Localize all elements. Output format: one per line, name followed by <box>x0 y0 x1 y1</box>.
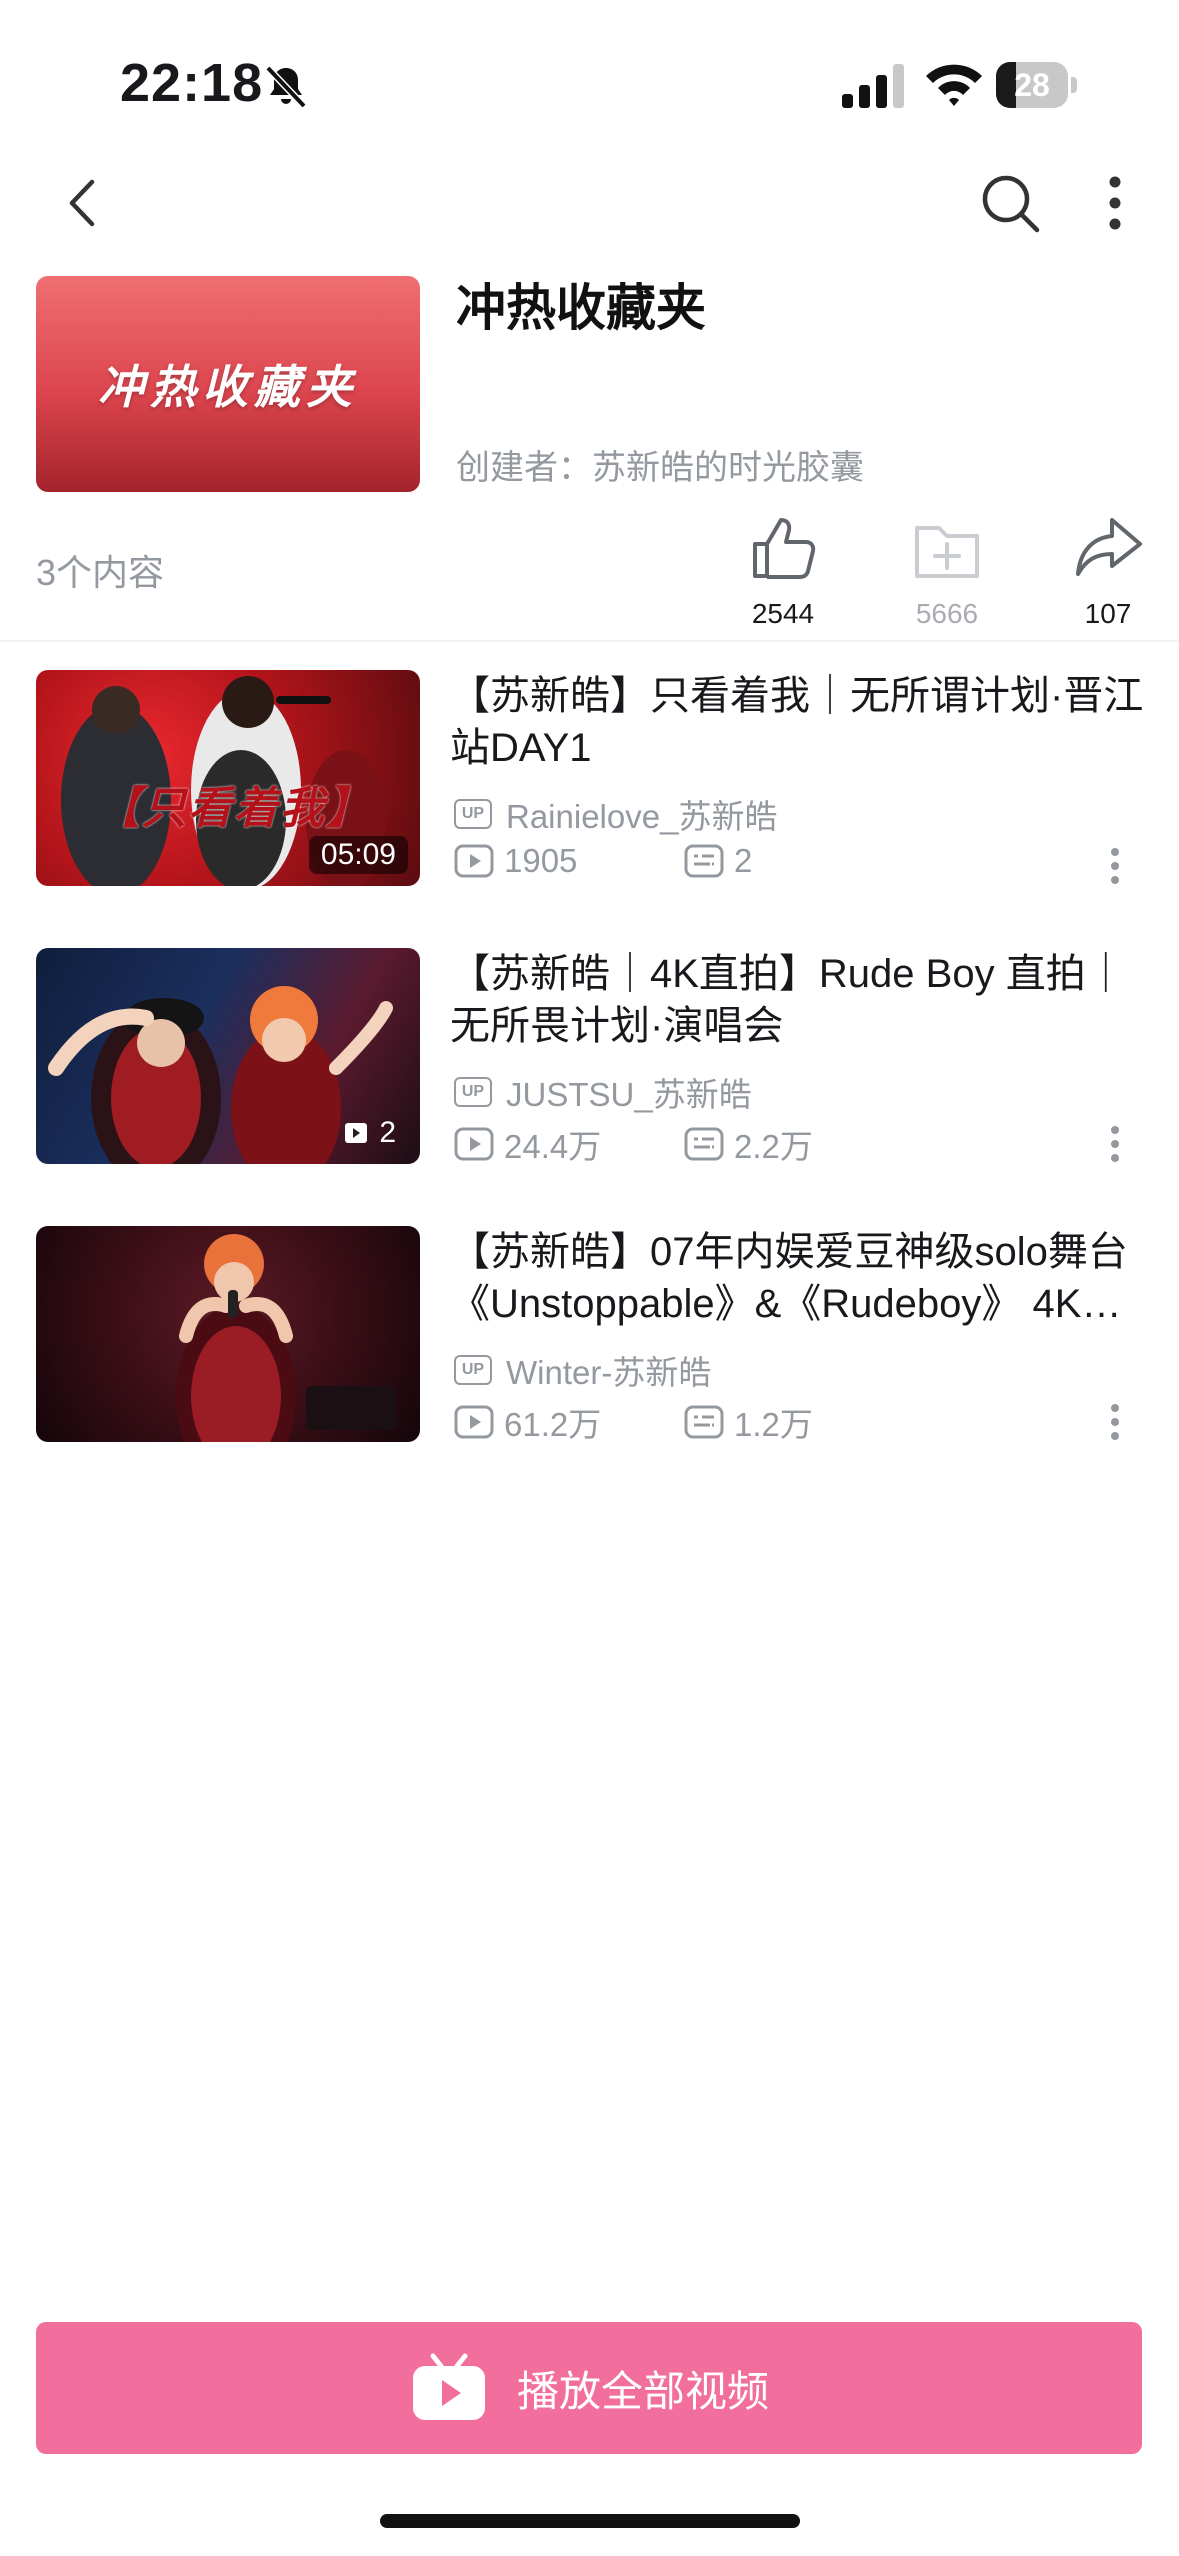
silent-bell-icon <box>265 65 307 109</box>
parts-count: 2 <box>379 1116 396 1149</box>
up-badge-icon: UP <box>454 1077 492 1107</box>
battery-icon: 28 <box>996 62 1078 108</box>
video-title[interactable]: 【苏新皓】只看着我｜无所谓计划·晋江站DAY1 <box>450 670 1150 774</box>
back-icon[interactable] <box>50 168 120 238</box>
content-count: 3个内容 <box>36 552 165 593</box>
multi-part-icon <box>345 1123 368 1143</box>
parts-badge: 2 <box>331 1114 408 1152</box>
share-button[interactable]: 107 <box>1048 510 1168 630</box>
play-all-label: 播放全部视频 <box>516 2367 769 2415</box>
like-button[interactable]: 2544 <box>723 510 843 630</box>
play-count: 1905 <box>504 842 578 879</box>
favorite-cover[interactable]: 冲热收藏夹 <box>36 276 420 492</box>
danmaku-count-icon <box>684 1405 724 1439</box>
uploader-name: Winter-苏新皓 <box>506 1354 712 1391</box>
video-thumbnail[interactable] <box>36 1226 420 1442</box>
thumbs-up-icon <box>753 518 816 579</box>
up-badge-icon: UP <box>454 799 492 829</box>
play-all-button[interactable]: 播放全部视频 <box>36 2322 1142 2454</box>
play-count-icon <box>454 1405 494 1439</box>
video-stats: 24.4万 2.2万 <box>454 1120 914 1168</box>
home-indicator <box>380 2514 800 2528</box>
creator-label[interactable]: 创建者：苏新皓的时光胶囊 <box>456 440 864 489</box>
danmaku-count-icon <box>684 1127 724 1161</box>
header-divider <box>0 640 1179 642</box>
like-count: 2544 <box>751 598 815 629</box>
item-more-icon[interactable] <box>1104 1402 1126 1442</box>
video-stats: 1905 2 <box>454 842 914 880</box>
item-more-icon[interactable] <box>1104 846 1126 886</box>
thumbnail-caption: 【只看着我】 <box>96 784 372 833</box>
uploader[interactable]: UP JUSTSU_苏新皓 <box>454 1068 752 1116</box>
cellular-signal-icon <box>842 64 904 108</box>
collect-count: 5666 <box>915 598 979 629</box>
item-more-icon[interactable] <box>1104 1124 1126 1164</box>
play-count: 24.4万 <box>504 1128 602 1165</box>
search-icon[interactable] <box>975 168 1045 238</box>
play-count-icon <box>454 1127 494 1161</box>
danmaku-count: 1.2万 <box>734 1406 813 1443</box>
video-title[interactable]: 【苏新皓】07年内娱爱豆神级solo舞台《Unstoppable》&《Rudeb… <box>450 1226 1150 1330</box>
video-stats: 61.2万 1.2万 <box>454 1398 914 1446</box>
up-badge-icon: UP <box>454 1355 492 1385</box>
uploader[interactable]: UP Winter-苏新皓 <box>454 1346 711 1394</box>
danmaku-count-icon <box>684 844 724 878</box>
danmaku-count: 2.2万 <box>734 1128 813 1165</box>
play-count-icon <box>454 844 494 878</box>
share-count: 107 <box>1084 598 1132 629</box>
share-icon <box>1076 518 1142 576</box>
status-time: 22:18 <box>120 53 264 113</box>
uploader-name: Rainielove_苏新皓 <box>506 798 778 835</box>
favorite-title: 冲热收藏夹 <box>456 280 706 336</box>
tv-play-icon <box>412 2353 485 2420</box>
uploader-name: JUSTSU_苏新皓 <box>506 1076 752 1113</box>
video-thumbnail[interactable]: 【只看着我】 05:09 <box>36 670 420 886</box>
video-title[interactable]: 【苏新皓｜4K直拍】Rude Boy 直拍｜无所畏计划·演唱会 <box>450 948 1150 1052</box>
more-options-icon[interactable] <box>1080 168 1150 238</box>
danmaku-count: 2 <box>734 842 753 879</box>
cover-text: 冲热收藏夹 <box>98 361 358 413</box>
video-duration: 05:09 <box>308 836 408 874</box>
list-item[interactable]: 【苏新皓】07年内娱爱豆神级solo舞台《Unstoppable》&《Rudeb… <box>0 1226 1179 1446</box>
uploader[interactable]: UP Rainielove_苏新皓 <box>454 790 777 838</box>
battery-level: 28 <box>1014 67 1050 103</box>
list-item[interactable]: 2 【苏新皓｜4K直拍】Rude Boy 直拍｜无所畏计划·演唱会 UP JUS… <box>0 948 1179 1168</box>
wifi-icon <box>926 64 982 106</box>
list-item[interactable]: 【只看着我】 05:09 【苏新皓】只看着我｜无所谓计划·晋江站DAY1 UP … <box>0 670 1179 890</box>
collect-button[interactable]: 5666 <box>887 510 1007 630</box>
video-thumbnail[interactable]: 2 <box>36 948 420 1164</box>
play-count: 61.2万 <box>504 1406 602 1443</box>
add-favorite-icon <box>915 526 979 578</box>
